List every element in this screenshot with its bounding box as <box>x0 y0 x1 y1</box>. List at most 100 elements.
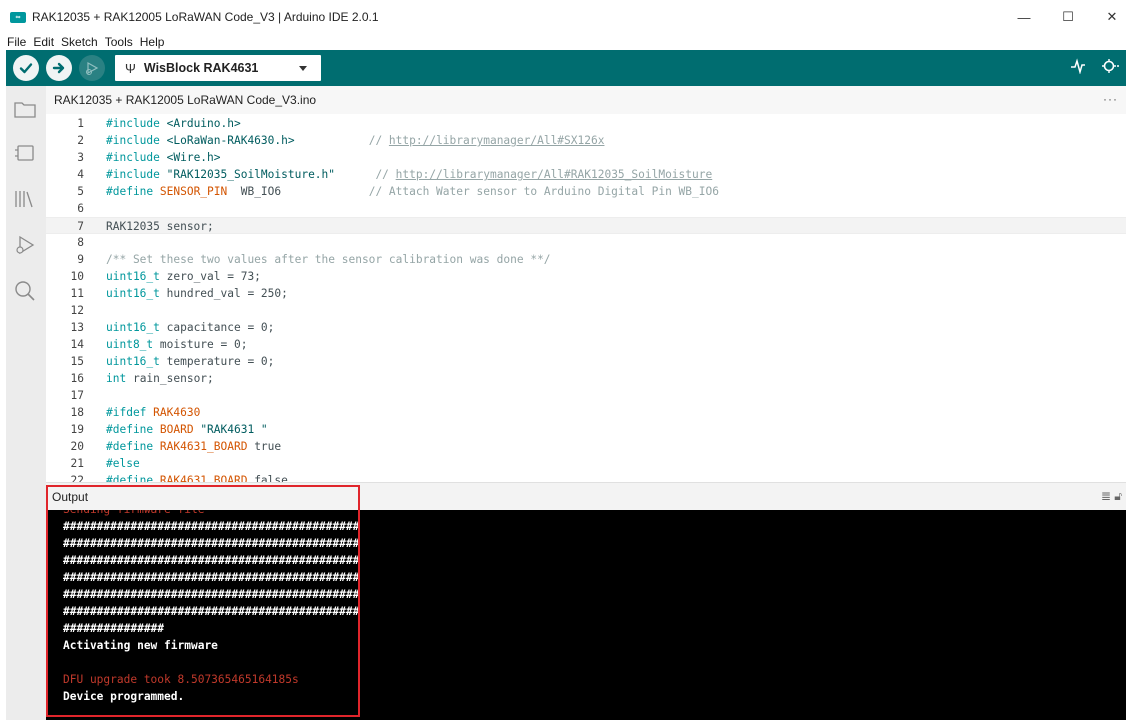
menu-tools[interactable]: Tools <box>105 35 133 49</box>
window-controls: — ☐ ✕ <box>1002 0 1134 34</box>
window-title: RAK12035 + RAK12005 LoRaWAN Code_V3 | Ar… <box>32 10 379 24</box>
code-text: #include <Arduino.h> <box>106 115 241 132</box>
code-token: #ifdef <box>106 406 154 419</box>
code-editor[interactable]: 1 #include <Arduino.h> 2 #include <LoRaWan-… <box>46 114 1126 482</box>
code-line[interactable]: 16 int rain_sensor; <box>46 370 1126 387</box>
code-token: uint8_t <box>106 338 154 351</box>
code-text: uint8_t moisture = 0; <box>106 336 247 353</box>
sketchbook-icon[interactable] <box>12 96 38 122</box>
arduino-ide-window: ∞ RAK12035 + RAK12005 LoRaWAN Code_V3 | … <box>0 0 1134 728</box>
console-line: Activating new firmware <box>63 639 218 652</box>
code-text: RAK12035 sensor; <box>106 218 214 235</box>
board-label: WisBlock RAK4631 <box>143 61 259 75</box>
code-token: uint16_t <box>106 355 160 368</box>
arrow-right-icon <box>52 62 65 74</box>
line-number: 1 <box>77 117 84 130</box>
verify-button[interactable] <box>13 55 39 81</box>
code-token: #define <box>106 185 160 198</box>
code-token: http://librarymanager/All#RAK12035_SoilM… <box>395 168 713 181</box>
menu-file[interactable]: File <box>7 35 26 49</box>
toolbar: Ψ WisBlock RAK4631 <box>6 50 1126 86</box>
code-text: uint16_t zero_val = 73; <box>106 268 261 285</box>
code-token: RAK12035 sensor; <box>106 220 214 233</box>
minimize-button[interactable]: — <box>1002 0 1046 34</box>
code-line[interactable]: 12 <box>46 302 1126 319</box>
code-line[interactable]: 9 /** Set these two values after the sens… <box>46 251 1126 268</box>
line-number: 12 <box>70 304 84 317</box>
menu-help[interactable]: Help <box>140 35 165 49</box>
code-line[interactable]: 7 RAK12035 sensor; <box>46 217 1126 234</box>
line-number: 16 <box>70 372 84 385</box>
library-manager-icon[interactable] <box>12 186 38 212</box>
code-line[interactable]: 17 <box>46 387 1126 404</box>
clear-output-icon[interactable]: ≣ <box>1101 489 1111 503</box>
line-number: 7 <box>77 220 84 233</box>
code-line[interactable]: 10 uint16_t zero_val = 73; <box>46 268 1126 285</box>
activity-bar <box>6 86 46 720</box>
code-line[interactable]: 18 #ifdef RAK4630 <box>46 404 1126 421</box>
output-console[interactable]: Sending firmware file###################… <box>46 510 1126 720</box>
close-button[interactable]: ✕ <box>1090 0 1134 34</box>
code-text: /** Set these two values after the senso… <box>106 251 551 268</box>
line-number: 17 <box>70 389 84 402</box>
serial-monitor-icon[interactable] <box>1094 58 1126 78</box>
boards-manager-icon[interactable] <box>12 140 38 166</box>
line-number: 20 <box>70 440 84 453</box>
maximize-button[interactable]: ☐ <box>1046 0 1090 34</box>
code-token: RAK4631_BOARD <box>159 440 255 453</box>
code-line[interactable]: 4 #include "RAK12035_SoilMoisture.h" // h… <box>46 166 1126 183</box>
code-line[interactable]: 5 #define SENSOR_PIN WB_IO6 // Attach Wat… <box>46 183 1126 200</box>
code-token: WB_IO6 <box>227 185 282 198</box>
code-line[interactable]: 14 uint8_t moisture = 0; <box>46 336 1126 353</box>
line-number: 9 <box>77 253 84 266</box>
code-line[interactable]: 19 #define BOARD "RAK4631 " <box>46 421 1126 438</box>
code-token: "RAK4631 " <box>200 423 268 436</box>
board-selector[interactable]: Ψ WisBlock RAK4631 <box>115 55 321 81</box>
console-line: ############### <box>63 622 165 635</box>
code-token: RAK4631_BOARD <box>159 474 255 482</box>
code-line[interactable]: 2 #include <LoRaWan-RAK4630.h> // http://… <box>46 132 1126 149</box>
code-token: #else <box>106 457 140 470</box>
code-text: #include <LoRaWan-RAK4630.h> // http://l… <box>106 132 604 149</box>
line-number: 11 <box>70 287 84 300</box>
search-icon[interactable] <box>12 278 38 304</box>
debug-icon[interactable] <box>12 232 38 258</box>
tab-sketch-file[interactable]: RAK12035 + RAK12005 LoRaWAN Code_V3.ino <box>46 86 325 114</box>
console-line: DFU upgrade took 8.507365465164185s <box>63 673 299 686</box>
menu-edit[interactable]: Edit <box>33 35 54 49</box>
code-line[interactable]: 11 uint16_t hundred_val = 250; <box>46 285 1126 302</box>
code-line[interactable]: 3 #include <Wire.h> <box>46 149 1126 166</box>
code-token: <LoRaWan-RAK4630.h> <box>166 134 295 147</box>
lock-icon[interactable]: 🔓︎ <box>1114 489 1122 503</box>
code-line[interactable]: 6 <box>46 200 1126 217</box>
title-bar: ∞ RAK12035 + RAK12005 LoRaWAN Code_V3 | … <box>0 0 1134 34</box>
code-line[interactable]: 15 uint16_t temperature = 0; <box>46 353 1126 370</box>
code-token: /** Set these two values after the senso… <box>106 253 551 266</box>
console-line: Sending firmware file <box>63 510 204 518</box>
code-text: #include "RAK12035_SoilMoisture.h" // ht… <box>106 166 712 183</box>
code-token: BOARD <box>159 423 201 436</box>
code-token: uint16_t <box>106 321 160 334</box>
code-line[interactable]: 20 #define RAK4631_BOARD true <box>46 438 1126 455</box>
code-line[interactable]: 1 #include <Arduino.h> <box>46 115 1126 132</box>
code-token: temperature = 0; <box>159 355 275 368</box>
code-token: rain_sensor; <box>126 372 214 385</box>
code-text: #define BOARD "RAK4631 " <box>106 421 268 438</box>
menu-sketch[interactable]: Sketch <box>61 35 98 49</box>
line-number: 8 <box>77 236 84 249</box>
code-text: #ifdef RAK4630 <box>106 404 200 421</box>
code-line[interactable]: 8 <box>46 234 1126 251</box>
upload-button[interactable] <box>46 55 72 81</box>
toolbar-right <box>1062 50 1126 86</box>
code-line[interactable]: 22 #define RAK4631_BOARD false <box>46 472 1126 482</box>
more-icon[interactable]: ··· <box>1103 92 1118 106</box>
code-line[interactable]: 13 uint16_t capacitance = 0; <box>46 319 1126 336</box>
line-number: 10 <box>70 270 84 283</box>
serial-plotter-icon[interactable] <box>1062 58 1094 78</box>
code-text: int rain_sensor; <box>106 370 214 387</box>
code-token: #define <box>106 423 160 436</box>
code-line[interactable]: 21 #else <box>46 455 1126 472</box>
debug-button[interactable] <box>79 55 105 81</box>
